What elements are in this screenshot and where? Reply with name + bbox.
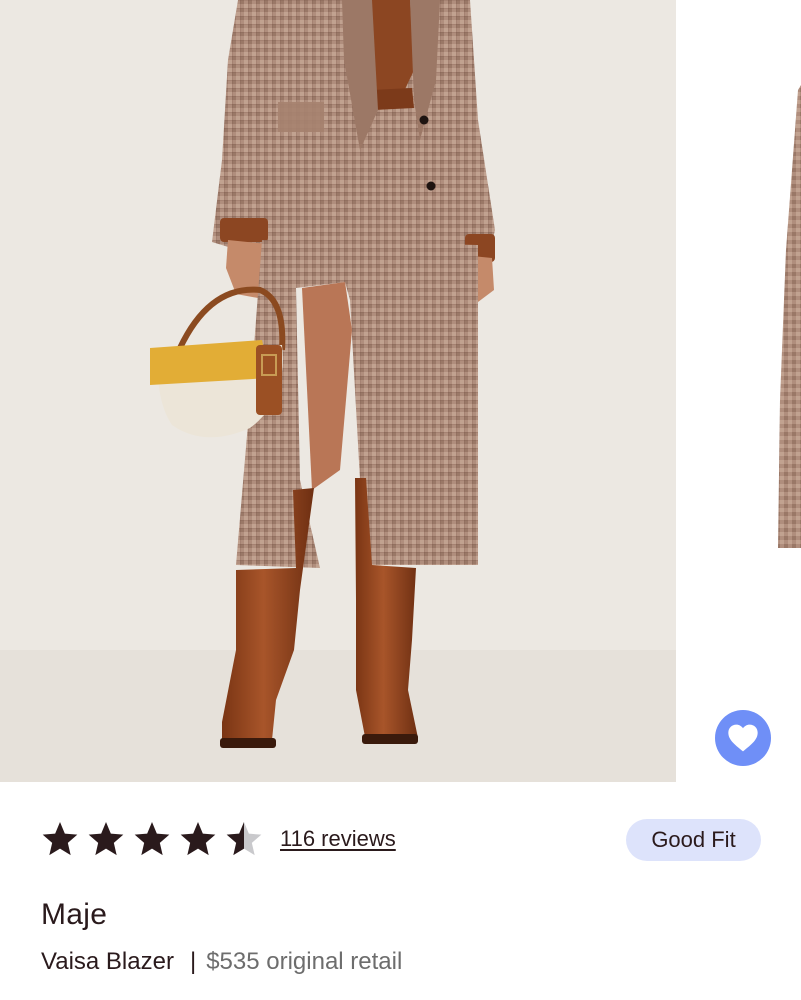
image-carousel[interactable] [0,0,801,782]
heart-icon [728,724,758,752]
rating-row: 116 reviews [40,818,396,860]
star-icon [42,822,78,856]
product-line: Vaisa Blazer | $535 original retail [41,948,402,976]
next-product-image[interactable] [776,0,801,548]
star-icon [180,822,216,856]
product-name: Vaisa Blazer [41,948,174,975]
star-icon [134,822,170,856]
divider: | [189,948,197,975]
fit-badge: Good Fit [626,819,761,861]
star-icon [88,822,124,856]
product-image[interactable] [0,0,676,782]
price-text: $535 original retail [206,948,403,975]
half-star-icon [226,822,262,856]
star-rating [40,819,264,859]
brand-name[interactable]: Maje [41,898,107,932]
favorite-button[interactable] [715,710,771,766]
reviews-link[interactable]: 116 reviews [280,826,396,852]
